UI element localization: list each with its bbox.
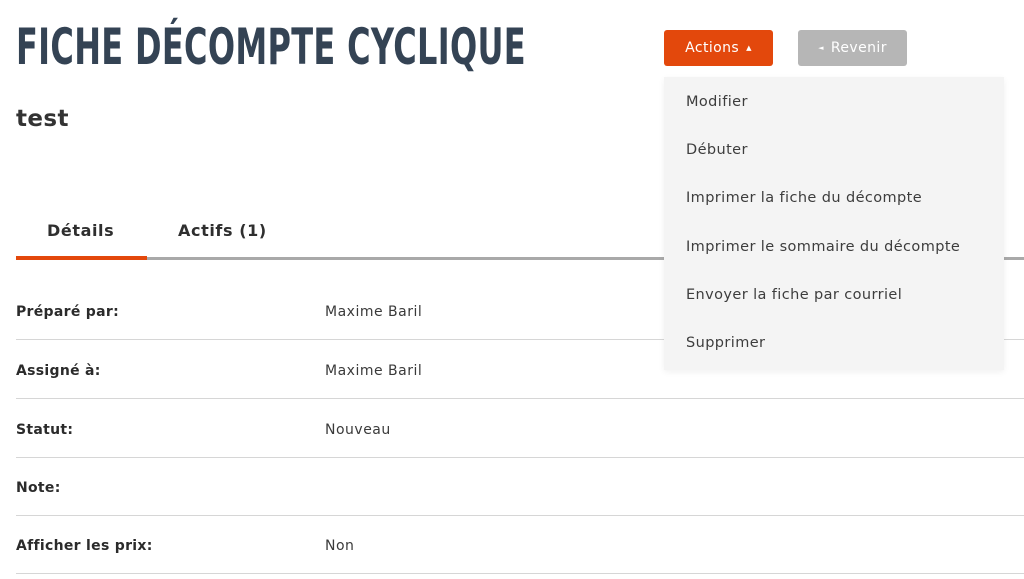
tab-actifs[interactable]: Actifs (1) — [178, 221, 267, 240]
back-button[interactable]: ◄ Revenir — [798, 30, 907, 66]
menu-item-imprimer-fiche[interactable]: Imprimer la fiche du décompte — [686, 190, 922, 206]
actions-button-label: Actions — [685, 40, 740, 56]
actions-dropdown-menu: Modifier Débuter Imprimer la fiche du dé… — [664, 77, 1004, 370]
menu-item-supprimer[interactable]: Supprimer — [686, 335, 765, 351]
menu-item-modifier[interactable]: Modifier — [686, 94, 748, 110]
field-label: Préparé par: — [16, 304, 119, 320]
field-value: Non — [325, 538, 355, 554]
details-row-afficher-prix: Afficher les prix: Non — [16, 515, 1024, 574]
back-button-label: Revenir — [830, 40, 887, 56]
actions-button[interactable]: Actions ▲ — [664, 30, 773, 66]
caret-up-icon: ▲ — [746, 43, 752, 52]
tab-details[interactable]: Détails — [47, 221, 114, 240]
field-value: Maxime Baril — [325, 363, 423, 379]
field-label: Statut: — [16, 422, 74, 438]
menu-item-debuter[interactable]: Débuter — [686, 142, 748, 158]
caret-left-icon: ◄ — [818, 43, 824, 52]
field-label: Assigné à: — [16, 363, 101, 379]
page: FICHE DÉCOMPTE CYCLIQUE Actions ▲ ◄ Reve… — [0, 0, 1024, 579]
record-name: test — [16, 106, 69, 132]
page-title: FICHE DÉCOMPTE CYCLIQUE — [16, 18, 526, 76]
field-label: Note: — [16, 480, 61, 496]
details-row-statut: Statut: Nouveau — [16, 399, 1024, 458]
active-tab-indicator — [16, 256, 147, 260]
menu-item-envoyer-courriel[interactable]: Envoyer la fiche par courriel — [686, 287, 902, 303]
field-label: Afficher les prix: — [16, 538, 153, 554]
menu-item-imprimer-sommaire[interactable]: Imprimer le sommaire du décompte — [686, 239, 960, 255]
field-value: Maxime Baril — [325, 304, 423, 320]
details-row-note: Note: — [16, 457, 1024, 516]
field-value: Nouveau — [325, 422, 391, 438]
